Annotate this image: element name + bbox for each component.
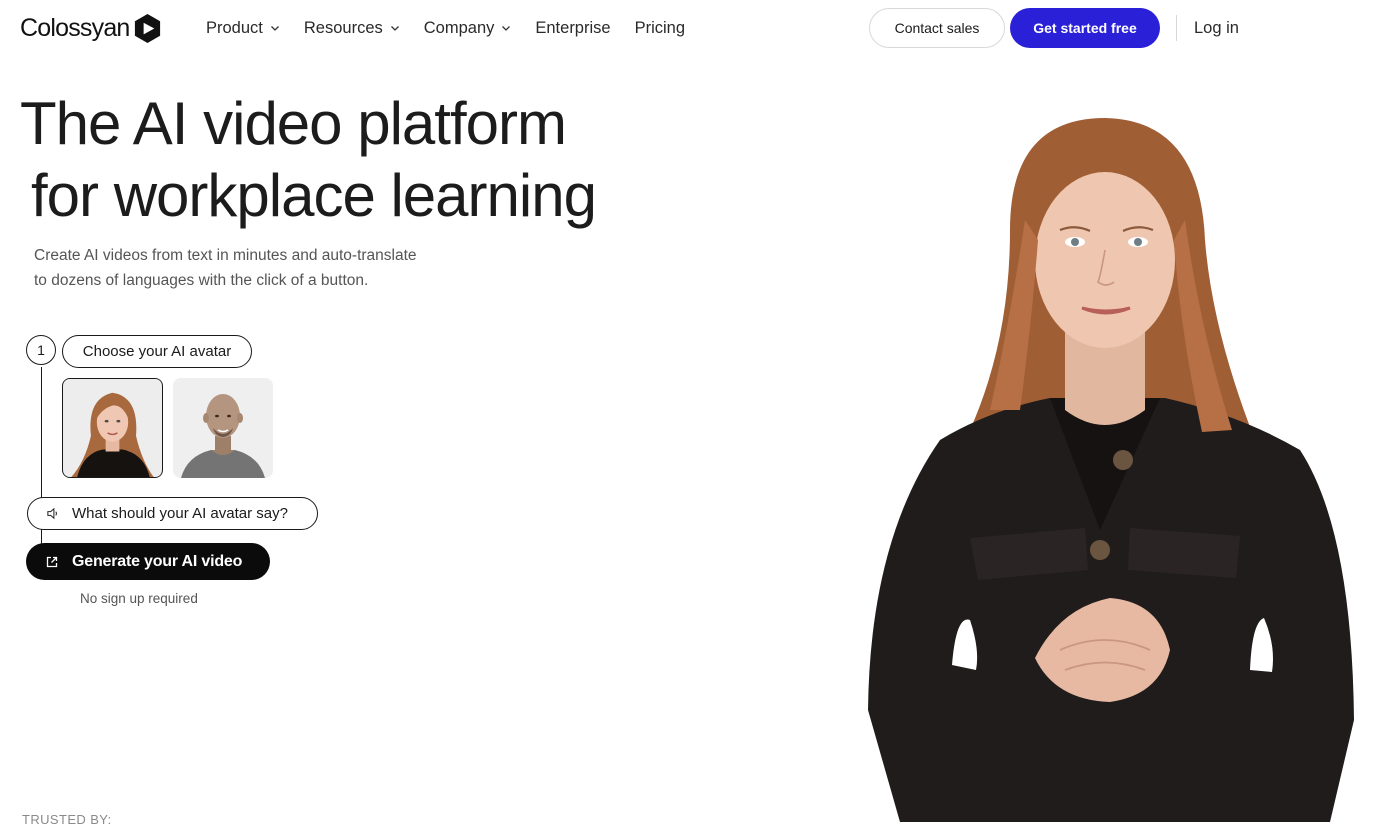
nav-item-label: Company (423, 19, 495, 37)
nav-item-label: Product (206, 19, 263, 37)
hero-subtitle: Create AI videos from text in minutes an… (34, 243, 474, 293)
nav-item-company[interactable]: Company (424, 17, 512, 39)
nav-item-product[interactable]: Product (206, 17, 280, 39)
no-signup-note: No sign up required (80, 591, 198, 606)
speaker-icon (47, 507, 57, 520)
trusted-by-label: TRUSTED BY: (22, 812, 112, 827)
generate-video-label: Generate your AI video (72, 552, 243, 570)
hero-title: The AI video platform for workplace lear… (20, 88, 720, 232)
colossyan-logo[interactable]: Colossyan (20, 12, 163, 44)
hero-title-line-2: for workplace learning (31, 162, 597, 229)
login-link[interactable]: Log in (1194, 17, 1239, 39)
female-avatar-image (63, 379, 162, 477)
nav-item-label: Enterprise (535, 19, 611, 37)
chevron-down-icon (270, 26, 279, 31)
step-number: 1 (26, 335, 56, 365)
hero-title-line-1: The AI video platform (20, 90, 567, 157)
get-started-button[interactable]: Get started free (1010, 8, 1160, 48)
avatar-option-male[interactable] (173, 378, 273, 478)
hero-subtitle-line-1: Create AI videos from text in minutes an… (34, 247, 417, 264)
nav-item-enterprise[interactable]: Enterprise (535, 17, 610, 39)
avatar-script-input[interactable]: What should your AI avatar say? (27, 497, 318, 530)
avatar-option-female[interactable] (62, 378, 163, 478)
contact-sales-button[interactable]: Contact sales (869, 8, 1005, 48)
nav-item-pricing[interactable]: Pricing (635, 17, 685, 39)
chevron-down-icon (502, 26, 511, 31)
hero-subtitle-line-2: to dozens of languages with the click of… (34, 272, 369, 289)
generate-video-button[interactable]: Generate your AI video (26, 543, 270, 580)
top-navigation: Colossyan Product Resources Company Ente… (0, 0, 1376, 56)
play-logo-icon (134, 13, 160, 43)
nav-divider (1176, 15, 1177, 41)
choose-avatar-label: Choose your AI avatar (62, 335, 252, 368)
external-link-icon (46, 556, 58, 567)
presenter-image (860, 110, 1360, 822)
nav-item-resources[interactable]: Resources (304, 17, 400, 39)
nav-item-label: Pricing (634, 19, 686, 37)
script-placeholder: What should your AI avatar say? (72, 505, 288, 522)
logo-text: Colossyan (20, 14, 130, 42)
male-avatar-image (173, 378, 273, 478)
nav-item-label: Resources (303, 19, 383, 37)
nav-links: Product Resources Company Enterprise Pri… (206, 17, 709, 39)
chevron-down-icon (390, 26, 399, 31)
